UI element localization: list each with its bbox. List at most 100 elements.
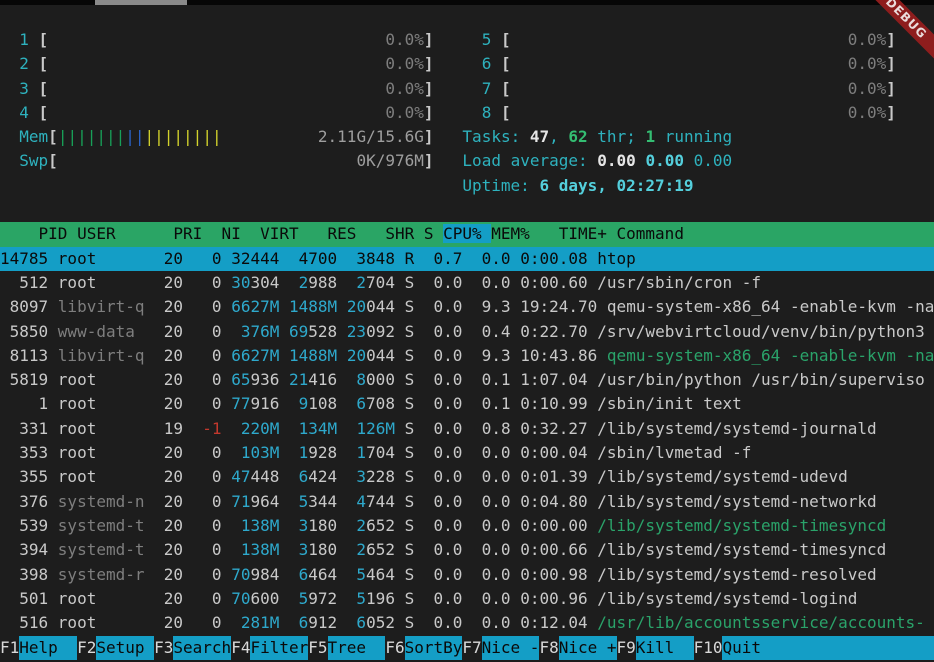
column-header-virt[interactable]: VIRT [250,224,308,243]
cell-pri: 19 [154,419,193,438]
cell-command: /lib/systemd/systemd-networkd [597,492,925,511]
cell-ni: 0 [193,443,232,462]
fkey-f5[interactable]: F5 [308,636,327,660]
function-key-bar: F1Help F2Setup F3SearchF4FilterF5Tree F6… [0,636,934,660]
process-row[interactable]: 516 root 20 0 281M 6912 6052 S 0.0 0.0 0… [0,611,934,635]
cell-mem: 0.0 [472,443,520,462]
fkey-f7[interactable]: F7 [462,636,481,660]
cpu-meter-percent: 0.0% [385,79,424,98]
fkey-label-filter[interactable]: Filter [250,636,308,660]
mem-bar-yellow: |||||||| [145,127,222,146]
cell-command: /srv/webvirtcloud/venv/bin/python3 [597,322,925,341]
fkey-f8[interactable]: F8 [539,636,558,660]
process-row[interactable]: 331 root 19 -1 220M 134M 126M S 0.0 0.8 … [0,417,934,441]
cell-shr: 6 [347,613,366,632]
process-row[interactable]: 8097 libvirt-q 20 0 6627M 1488M 20044 S … [0,295,934,319]
cell-pri: 20 [154,467,193,486]
column-header-res[interactable]: RES [308,224,366,243]
process-row[interactable]: 355 root 20 0 47448 6424 3228 S 0.0 0.0 … [0,465,934,489]
cell-mem: 9.3 [472,346,520,365]
cell-shr: 20 [347,297,366,316]
process-row[interactable]: 501 root 20 0 70600 5972 5196 S 0.0 0.0 … [0,587,934,611]
cell-cpu: 0.0 [424,370,472,389]
fkey-f9[interactable]: F9 [617,636,636,660]
column-header-pri[interactable]: PRI [173,224,212,243]
cell-command: /usr/bin/python /usr/bin/superviso [597,370,925,389]
threads-label: thr; [597,127,645,146]
fkey-f6[interactable]: F6 [385,636,404,660]
mem-meter-value: 2.11G/15.6G [318,127,424,146]
fkey-f2[interactable]: F2 [77,636,96,660]
column-header-shr[interactable]: SHR [366,224,424,243]
process-row[interactable]: 5819 root 20 0 65936 21416 8000 S 0.0 0.… [0,368,934,392]
fkey-label-help[interactable]: Help [19,636,77,660]
cell-pri: 20 [154,322,193,341]
tasks-count: 47 [530,127,549,146]
cpu-meter-number: 4 [19,103,29,122]
column-header-time+[interactable]: TIME+ [539,224,616,243]
process-table: 14785 root 20 0 32444 4700 3848 R 0.7 0.… [0,247,934,636]
mem-meter-label: Mem [19,127,48,146]
cell-time: 0:22.70 [520,322,597,341]
cell-time: 0:12.04 [520,613,597,632]
process-row[interactable]: 398 systemd-r 20 0 70984 6464 5464 S 0.0… [0,563,934,587]
column-header-ni[interactable]: NI [212,224,251,243]
process-row[interactable]: 539 systemd-t 20 0 138M 3180 2652 S 0.0 … [0,514,934,538]
cell-pid: 1 [0,394,58,413]
fkey-f1[interactable]: F1 [0,636,19,660]
fkey-label-setup[interactable]: Setup [96,636,154,660]
cell-virt: 281M [231,613,279,632]
cell-shr: 4 [347,492,366,511]
fkey-f10[interactable]: F10 [694,636,723,660]
fkey-label-sortby[interactable]: SortBy [405,636,463,660]
process-row[interactable]: 394 systemd-t 20 0 138M 3180 2652 S 0.0 … [0,538,934,562]
cell-res: 3 [289,540,308,559]
cell-cpu: 0.0 [424,589,472,608]
cell-cpu: 0.0 [424,394,472,413]
process-row[interactable]: 512 root 20 0 30304 2988 2704 S 0.0 0.0 … [0,271,934,295]
fkey-label-kill[interactable]: Kill [636,636,694,660]
column-header-s[interactable]: S [424,224,443,243]
fkey-f3[interactable]: F3 [154,636,173,660]
column-header-mem%[interactable]: MEM% [491,224,539,243]
fkey-label-nice-[interactable]: Nice - [482,636,540,660]
process-row[interactable]: 14785 root 20 0 32444 4700 3848 R 0.7 0.… [0,247,934,271]
cell-pri: 20 [154,492,193,511]
fkey-f4[interactable]: F4 [231,636,250,660]
cell-virt: 6627M [231,346,279,365]
mem-bar-blue: || [125,127,144,146]
cell-time: 0:04.80 [520,492,597,511]
cell-pid: 331 [0,419,58,438]
cell-res: 1488M [289,297,337,316]
process-row[interactable]: 8113 libvirt-q 20 0 6627M 1488M 20044 S … [0,344,934,368]
fkey-label-quit[interactable]: Quit [722,636,934,660]
meter-area: 1 [ 0.0%] 5 [ 0.0%] 2 [ 0.0%] 6 [ 0.0%] … [0,28,934,222]
process-row[interactable]: 353 root 20 0 103M 1928 1704 S 0.0 0.0 0… [0,441,934,465]
cell-shr: 5 [347,565,366,584]
column-header-cpu%[interactable]: CPU% [443,224,491,243]
cell-command: /lib/systemd/systemd-logind [597,589,925,608]
cell-state: S [405,565,424,584]
fkey-label-tree[interactable]: Tree [328,636,386,660]
cell-virt: 47 [231,467,250,486]
cell-shr: 3 [347,467,366,486]
fkey-label-search[interactable]: Search [173,636,231,660]
cell-time: 0:01.39 [520,467,597,486]
process-row[interactable]: 376 systemd-n 20 0 71964 5344 4744 S 0.0… [0,490,934,514]
cell-state: S [405,589,424,608]
cell-shr: 6 [347,394,366,413]
process-row[interactable]: 5850 www-data 20 0 376M 69528 23092 S 0.… [0,320,934,344]
process-row[interactable]: 1 root 20 0 77916 9108 6708 S 0.0 0.1 0:… [0,392,934,416]
column-header-user[interactable]: USER [77,224,173,243]
cell-user: root [58,273,154,292]
column-header-pid[interactable]: PID [0,224,77,243]
cell-pri: 20 [154,297,193,316]
meter-open-bracket: [ [501,30,511,49]
cell-user: systemd-n [58,492,154,511]
cell-state: R [405,249,424,268]
column-header-command[interactable]: Command [617,224,934,243]
cell-cpu: 0.0 [424,419,472,438]
cell-pid: 512 [0,273,58,292]
cell-res: 1 [289,443,308,462]
fkey-label-nice-[interactable]: Nice + [559,636,617,660]
